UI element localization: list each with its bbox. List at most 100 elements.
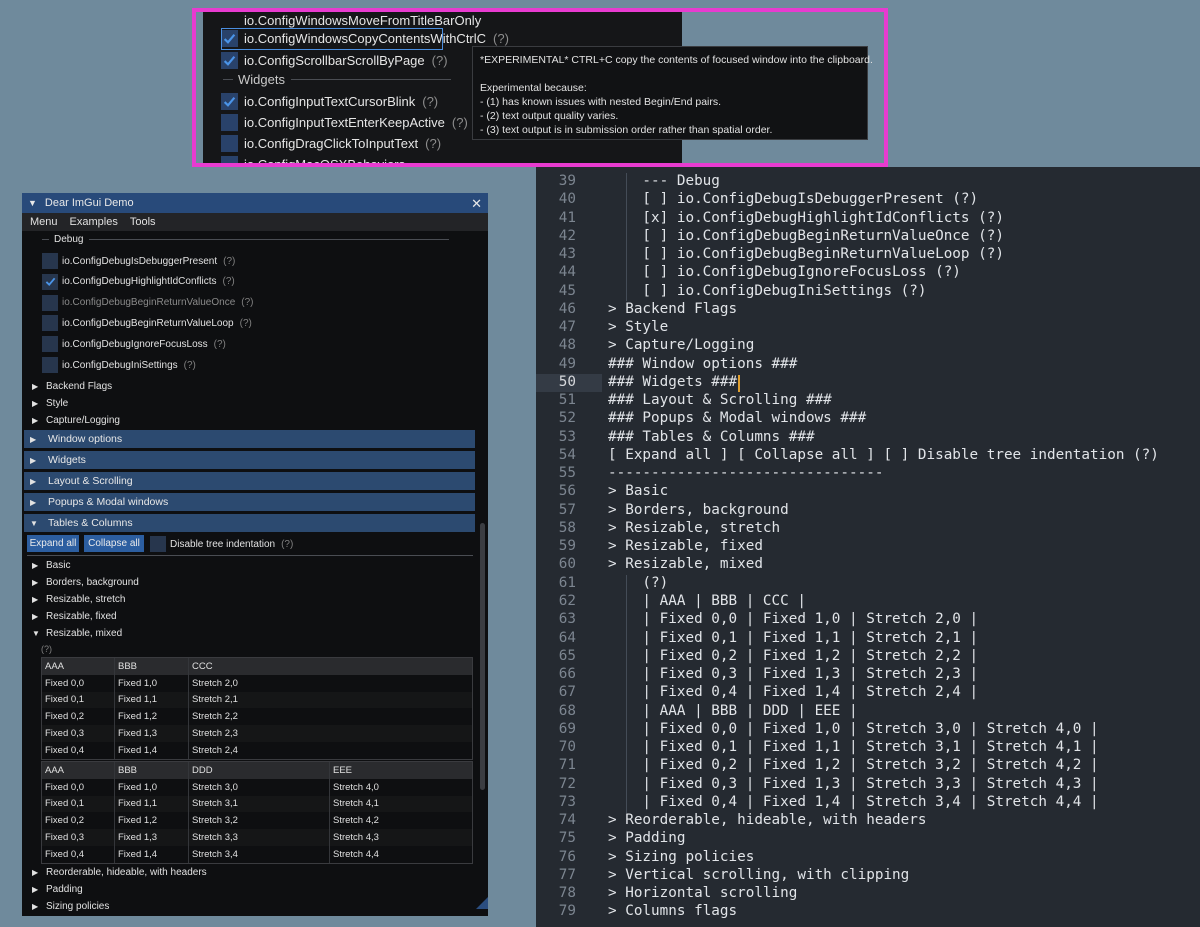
- code-line[interactable]: > Columns flags: [608, 903, 737, 919]
- code-line[interactable]: ### Layout & Scrolling ###: [608, 392, 832, 408]
- code-line[interactable]: [ ] io.ConfigDebugBeginReturnValueOnce (…: [608, 228, 1004, 244]
- debug-option-row[interactable]: io.ConfigDebugBeginReturnValueOnce (?): [42, 294, 254, 311]
- help-marker[interactable]: (?): [223, 276, 235, 287]
- scrollbar[interactable]: [480, 523, 485, 790]
- table-header-cell[interactable]: BBB: [115, 762, 189, 779]
- code-line[interactable]: > Horizontal scrolling: [608, 885, 797, 901]
- checkbox-icon[interactable]: [150, 536, 166, 552]
- code-line[interactable]: [x] io.ConfigDebugHighlightIdConflicts (…: [608, 210, 1004, 226]
- code-line[interactable]: > Resizable, stretch: [608, 520, 780, 536]
- collapsing-header[interactable]: ▶ Layout & Scrolling: [24, 472, 475, 490]
- code-line[interactable]: | Fixed 0,4 | Fixed 1,4 | Stretch 2,4 |: [608, 684, 978, 700]
- text-editor[interactable]: 39 --- Debug 40 [ ] io.ConfigDebugIsDebug…: [536, 167, 1200, 927]
- expand-all-button[interactable]: Expand all: [27, 535, 79, 552]
- menu-item-menu[interactable]: Menu: [30, 216, 58, 228]
- debug-option-row[interactable]: io.ConfigDebugBeginReturnValueLoop (?): [42, 315, 252, 332]
- table-header-cell[interactable]: DDD: [189, 762, 330, 779]
- table-cell: Fixed 1,1: [115, 795, 189, 813]
- help-marker[interactable]: (?): [41, 641, 52, 657]
- help-marker[interactable]: (?): [214, 339, 226, 350]
- checkbox-checked-icon[interactable]: [42, 273, 58, 290]
- tree-node[interactable]: ▶ Sizing policies: [32, 898, 109, 914]
- table-header-cell[interactable]: EEE: [330, 762, 472, 779]
- code-line[interactable]: | Fixed 0,1 | Fixed 1,1 | Stretch 3,1 | …: [608, 739, 1098, 755]
- code-line[interactable]: > Basic: [608, 483, 668, 499]
- collapsing-header[interactable]: ▶ Window options: [24, 430, 475, 448]
- code-line[interactable]: > Borders, background: [608, 502, 789, 518]
- tree-node[interactable]: ▶ Padding: [32, 881, 83, 897]
- checkbox-icon[interactable]: [42, 336, 58, 353]
- checkbox-icon[interactable]: [42, 253, 58, 269]
- tree-node[interactable]: ▶ Borders, background: [32, 574, 139, 590]
- menu-item-tools[interactable]: Tools: [130, 216, 156, 228]
- code-line[interactable]: ### Tables & Columns ###: [608, 429, 815, 445]
- checkbox-icon[interactable]: [42, 315, 58, 332]
- imgui-demo-window[interactable]: ▼ Dear ImGui Demo ✕ Menu Examples Tools …: [22, 193, 488, 916]
- code-line[interactable]: > Padding: [608, 830, 685, 846]
- code-line[interactable]: [ ] io.ConfigDebugIsDebuggerPresent (?): [608, 191, 978, 207]
- code-line[interactable]: | Fixed 0,0 | Fixed 1,0 | Stretch 3,0 | …: [608, 721, 1098, 737]
- tree-node[interactable]: ▶ Resizable, fixed: [32, 608, 117, 624]
- tree-node[interactable]: ▶ Resizable, stretch: [32, 591, 125, 607]
- tree-node[interactable]: ▼ Resizable, mixed: [32, 625, 122, 641]
- code-line[interactable]: ### Widgets ###: [608, 374, 737, 390]
- help-marker[interactable]: (?): [241, 297, 253, 308]
- code-line[interactable]: > Resizable, fixed: [608, 538, 763, 554]
- code-line[interactable]: | AAA | BBB | DDD | EEE |: [608, 703, 857, 719]
- debug-option-row[interactable]: io.ConfigDebugIgnoreFocusLoss (?): [42, 336, 226, 353]
- code-line[interactable]: ### Popups & Modal windows ###: [608, 410, 866, 426]
- code-line[interactable]: [ ] io.ConfigDebugIniSettings (?): [608, 283, 926, 299]
- disable-indent-row[interactable]: Disable tree indentation (?): [150, 536, 293, 552]
- code-line[interactable]: --------------------------------: [608, 465, 883, 481]
- help-marker[interactable]: (?): [223, 256, 235, 267]
- code-line[interactable]: | Fixed 0,3 | Fixed 1,3 | Stretch 2,3 |: [608, 666, 978, 682]
- table-header-cell[interactable]: AAA: [42, 762, 115, 779]
- tree-node[interactable]: ▶ Backend Flags: [32, 378, 112, 394]
- code-line[interactable]: > Backend Flags: [608, 301, 737, 317]
- checkbox-icon[interactable]: [42, 294, 58, 311]
- checkbox-icon[interactable]: [42, 357, 58, 373]
- table-cell: Stretch 4,3: [333, 832, 379, 844]
- collapse-triangle-icon[interactable]: ▼: [28, 198, 37, 208]
- debug-option-row[interactable]: io.ConfigDebugIsDebuggerPresent (?): [42, 253, 235, 269]
- tree-node[interactable]: ▶ Style: [32, 395, 68, 411]
- code-line[interactable]: (?): [608, 575, 668, 591]
- table-header-cell[interactable]: AAA: [42, 658, 115, 675]
- collapsing-header[interactable]: ▼ Tables & Columns: [24, 514, 475, 532]
- resize-grip[interactable]: [476, 897, 488, 909]
- code-line[interactable]: | AAA | BBB | CCC |: [608, 593, 806, 609]
- debug-option-row[interactable]: io.ConfigDebugIniSettings (?): [42, 357, 196, 373]
- help-marker[interactable]: (?): [184, 360, 196, 371]
- collapse-all-button[interactable]: Collapse all: [84, 535, 144, 552]
- code-line[interactable]: [ ] io.ConfigDebugBeginReturnValueLoop (…: [608, 246, 1004, 262]
- tree-node[interactable]: ▶ Reorderable, hideable, with headers: [32, 864, 207, 880]
- tree-node[interactable]: ▶ Basic: [32, 557, 70, 573]
- menu-item-examples[interactable]: Examples: [70, 216, 118, 228]
- code-line[interactable]: | Fixed 0,2 | Fixed 1,2 | Stretch 3,2 | …: [608, 757, 1098, 773]
- code-line[interactable]: > Sizing policies: [608, 849, 754, 865]
- help-marker[interactable]: (?): [281, 539, 293, 550]
- code-line[interactable]: ### Window options ###: [608, 356, 797, 372]
- code-line[interactable]: | Fixed 0,2 | Fixed 1,2 | Stretch 2,2 |: [608, 648, 978, 664]
- window-title-bar[interactable]: ▼ Dear ImGui Demo ✕: [22, 193, 488, 213]
- code-line[interactable]: | Fixed 0,4 | Fixed 1,4 | Stretch 3,4 | …: [608, 794, 1098, 810]
- table-header-cell[interactable]: BBB: [115, 658, 189, 675]
- collapsing-header[interactable]: ▶ Popups & Modal windows: [24, 493, 475, 511]
- tree-node[interactable]: ▶ Capture/Logging: [32, 412, 120, 428]
- code-line[interactable]: [ ] io.ConfigDebugIgnoreFocusLoss (?): [608, 264, 960, 280]
- code-line[interactable]: > Capture/Logging: [608, 337, 754, 353]
- debug-option-row[interactable]: io.ConfigDebugHighlightIdConflicts (?): [42, 273, 235, 290]
- code-line[interactable]: | Fixed 0,3 | Fixed 1,3 | Stretch 3,3 | …: [608, 776, 1098, 792]
- collapsing-header[interactable]: ▶ Widgets: [24, 451, 475, 469]
- code-line[interactable]: > Reorderable, hideable, with headers: [608, 812, 926, 828]
- code-line[interactable]: > Vertical scrolling, with clipping: [608, 867, 909, 883]
- help-marker[interactable]: (?): [240, 318, 252, 329]
- close-icon[interactable]: ✕: [471, 196, 482, 212]
- code-line[interactable]: | Fixed 0,1 | Fixed 1,1 | Stretch 2,1 |: [608, 630, 978, 646]
- code-line[interactable]: [ Expand all ] [ Collapse all ] [ ] Disa…: [608, 447, 1159, 463]
- code-line[interactable]: --- Debug: [608, 173, 719, 189]
- code-line[interactable]: > Style: [608, 319, 668, 335]
- code-line[interactable]: | Fixed 0,0 | Fixed 1,0 | Stretch 2,0 |: [608, 611, 978, 627]
- table-header-cell[interactable]: CCC: [189, 658, 472, 675]
- code-line[interactable]: > Resizable, mixed: [608, 556, 763, 572]
